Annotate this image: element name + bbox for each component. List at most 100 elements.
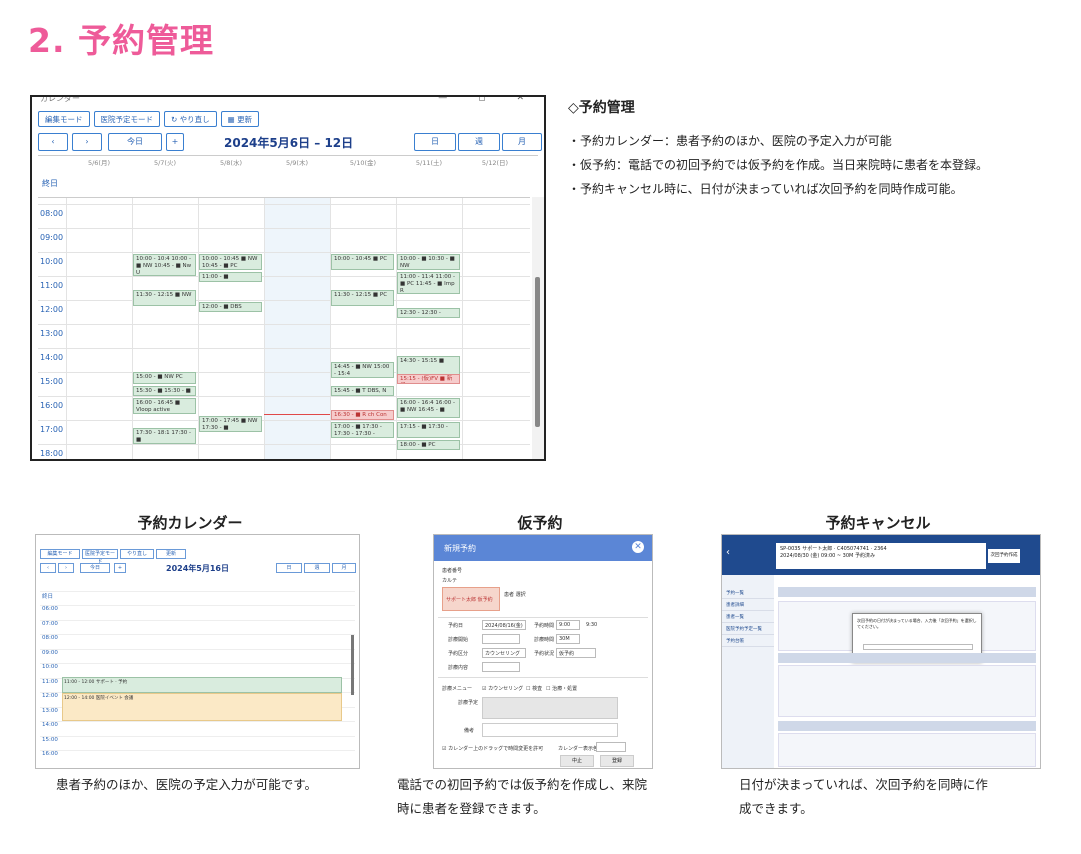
view-month-button[interactable]: 月 bbox=[502, 133, 542, 151]
patient-card[interactable]: サポート太郎 仮予約 bbox=[442, 587, 500, 611]
drag-allow-checkbox[interactable]: ☑ カレンダー上のドラッグで時間変更を許可 bbox=[442, 745, 543, 752]
close-icon[interactable]: ✕ bbox=[632, 541, 644, 553]
mini-hour-row[interactable]: 15:00 bbox=[40, 735, 355, 748]
cancel-button[interactable]: 中止 bbox=[560, 755, 594, 767]
view-week-button[interactable]: 週 bbox=[458, 133, 500, 151]
calendar-event[interactable]: 11:30 - 12:15 ■ PC bbox=[331, 290, 394, 306]
mini-today-button[interactable]: 今日 bbox=[80, 563, 110, 573]
duration-field[interactable]: 30M bbox=[556, 634, 580, 644]
mini-prev-button[interactable]: ‹ bbox=[40, 563, 56, 573]
check-treatment[interactable]: ☐ 治療・処置 bbox=[546, 685, 577, 692]
mini-next-button[interactable]: › bbox=[58, 563, 74, 573]
info-bullet: ・仮予約：電話での初回予約では仮予約を作成。当日来院時に患者を本登録。 bbox=[568, 158, 989, 172]
scrollbar-thumb[interactable] bbox=[535, 277, 540, 427]
submit-button[interactable]: 登録 bbox=[600, 755, 634, 767]
calendar-event[interactable]: 10:00 - 10:4 10:00 - ■ NW 10:45 - ■ Nw U bbox=[133, 254, 196, 276]
content-field[interactable] bbox=[482, 662, 520, 672]
redo-button[interactable]: ↻ やり直し bbox=[164, 111, 217, 127]
calendar-event[interactable]: 10:00 - 10:45 ■ PC bbox=[331, 254, 394, 270]
day-column-header[interactable]: 5/7(火) bbox=[132, 156, 198, 170]
sidebar-item[interactable]: 患者一覧 bbox=[722, 611, 774, 623]
mini-view-day[interactable]: 日 bbox=[276, 563, 302, 573]
mini-view-week[interactable]: 週 bbox=[304, 563, 330, 573]
next-week-button[interactable]: › bbox=[72, 133, 102, 151]
day-column-header[interactable]: 5/12(日) bbox=[462, 156, 528, 170]
calendar-event[interactable]: 11:00 - ■ bbox=[199, 272, 262, 282]
start-select[interactable] bbox=[482, 634, 520, 644]
calendar-event[interactable]: 10:00 - ■ 10:30 - ■ NW bbox=[397, 254, 460, 270]
prev-week-button[interactable]: ‹ bbox=[38, 133, 68, 151]
mini-hour-row[interactable]: 08:00 bbox=[40, 634, 355, 646]
add-button[interactable]: + bbox=[166, 133, 184, 151]
clinic-schedule-mode-button[interactable]: 医院予定モード bbox=[93, 111, 160, 127]
section-bar-3 bbox=[778, 721, 1036, 731]
day-column-header[interactable]: 5/10(金) bbox=[330, 156, 396, 170]
mini-view-month[interactable]: 月 bbox=[332, 563, 356, 573]
day-column-header[interactable]: 5/11(土) bbox=[396, 156, 462, 170]
start-time-field[interactable]: 9:00 bbox=[556, 620, 580, 630]
day-column-header[interactable]: 5/8(水) bbox=[198, 156, 264, 170]
calendar-event[interactable]: 17:00 - 17:45 ■ NW 17:30 - ■ bbox=[199, 416, 262, 432]
popup-date-field[interactable] bbox=[863, 644, 973, 650]
mini-hour-row[interactable]: 09:00 bbox=[40, 648, 355, 661]
hour-row[interactable]: 09:00 bbox=[38, 228, 530, 252]
sidebar-item[interactable]: 患者詳細 bbox=[722, 599, 774, 611]
mini-refresh-button[interactable]: 更新 bbox=[156, 549, 186, 559]
back-icon[interactable]: ‹ bbox=[726, 547, 730, 558]
calendar-event[interactable]: 16:00 - 16:45 ■ Vloop active bbox=[133, 398, 196, 414]
mini-hour-row[interactable]: 16:00 bbox=[40, 750, 355, 762]
mini-hour-row[interactable]: 14:00 bbox=[40, 721, 355, 733]
next-reservation-button[interactable]: 次回予約作成 bbox=[988, 549, 1020, 563]
hour-row[interactable]: 13:00 bbox=[38, 324, 530, 348]
date-field[interactable]: 2024/08/16(金) bbox=[482, 620, 526, 630]
calendar-event[interactable]: 18:00 - ■ PC bbox=[397, 440, 460, 450]
calendar-event[interactable]: 15:15 - (仮)FV ■ 新規 bbox=[397, 374, 460, 384]
note-field[interactable] bbox=[482, 723, 618, 737]
calendar-grid[interactable]: 08:00 09:00 10:00 11:00 12:00 13:00 14:00 15:00… bbox=[38, 197, 530, 459]
status-select[interactable]: 仮予約 bbox=[556, 648, 596, 658]
calendar-event[interactable]: 15:30 - ■ 15:30 - ■ bbox=[133, 386, 196, 396]
check-exam[interactable]: ☐ 検査 bbox=[526, 685, 542, 692]
calendar-event[interactable]: 16:30 - ■ R ch Con bbox=[331, 410, 394, 420]
calendar-event[interactable]: 15:45 - ■ T DBS, N bbox=[331, 386, 394, 396]
refresh-button[interactable]: ▦ 更新 bbox=[220, 111, 260, 127]
mini-add-button[interactable]: + bbox=[114, 563, 126, 573]
mini-event-yellow[interactable]: 12:00 - 14:00 医院イベント 会議 bbox=[62, 693, 342, 721]
calendar-event[interactable]: 11:00 - 11:4 11:00 - ■ PC 11:45 - ■ Imp … bbox=[397, 272, 460, 294]
plan-field[interactable] bbox=[482, 697, 618, 719]
mini-clinic-mode-button[interactable]: 医院予定モード bbox=[82, 549, 118, 565]
calendar-event[interactable]: 15:00 - ■ NW PC bbox=[133, 371, 196, 384]
category-select[interactable]: カウンセリング bbox=[482, 648, 526, 658]
day-column-header[interactable]: 5/6(月) bbox=[66, 156, 132, 170]
mini-hour-row[interactable]: 06:00 bbox=[40, 605, 355, 617]
mini-scrollbar[interactable] bbox=[351, 635, 354, 695]
calendar-event[interactable]: 12:30 - 12:30 - 12:30 - bbox=[397, 308, 460, 318]
check-counseling[interactable]: ☑ カウンセリング bbox=[482, 685, 523, 692]
window-controls[interactable]: — ◻ ✕ bbox=[438, 97, 538, 103]
today-button[interactable]: 今日 bbox=[108, 133, 162, 151]
edit-mode-button[interactable]: 編集モード bbox=[38, 111, 90, 127]
day-column-header[interactable]: 5/9(木) bbox=[264, 156, 330, 170]
mini-redo-button[interactable]: やり直し bbox=[120, 549, 154, 559]
calendar-event[interactable]: 16:00 - 16:4 16:00 - ■ NW 16:45 - ■ bbox=[397, 398, 460, 418]
calendar-event[interactable]: 17:15 - ■ 17:30 - bbox=[397, 422, 460, 438]
mini-hour-row[interactable]: 10:00 bbox=[40, 663, 355, 675]
hour-label: 12:00 bbox=[40, 305, 64, 314]
sidebar-item[interactable]: 予約台帳 bbox=[722, 635, 774, 647]
sidebar-item[interactable]: 医院予約予定一覧 bbox=[722, 623, 774, 635]
calendar-event[interactable]: 17:00 - ■ 17:30 - 17:30 - 17:30 - bbox=[331, 422, 394, 438]
calendar-event[interactable]: 17:30 - 18:1 17:30 - ■ bbox=[133, 428, 196, 444]
mini-hour-row[interactable]: 07:00 bbox=[40, 619, 355, 632]
color-select[interactable] bbox=[596, 742, 626, 752]
calendar-event[interactable]: 12:00 - ■ DBS bbox=[199, 302, 262, 312]
mini-event-green[interactable]: 11:00 - 12:00 サポート · 予約 bbox=[62, 677, 342, 693]
view-day-button[interactable]: 日 bbox=[414, 133, 456, 151]
calendar-event[interactable]: 11:30 - 12:15 ■ NW bbox=[133, 290, 196, 306]
window-title: カレンダー bbox=[40, 95, 80, 103]
sidebar-item[interactable]: 予約一覧 bbox=[722, 587, 774, 599]
calendar-event[interactable]: 14:45 - ■ NW 15:00 - 15:4 bbox=[331, 362, 394, 378]
calendar-event[interactable]: 10:00 - 10:45 ■ NW 10:45 - ■ PC bbox=[199, 254, 262, 270]
hour-row[interactable]: 08:00 bbox=[38, 204, 530, 228]
mini-edit-mode-button[interactable]: 編集モード bbox=[40, 549, 80, 559]
vertical-scrollbar[interactable] bbox=[532, 197, 544, 459]
